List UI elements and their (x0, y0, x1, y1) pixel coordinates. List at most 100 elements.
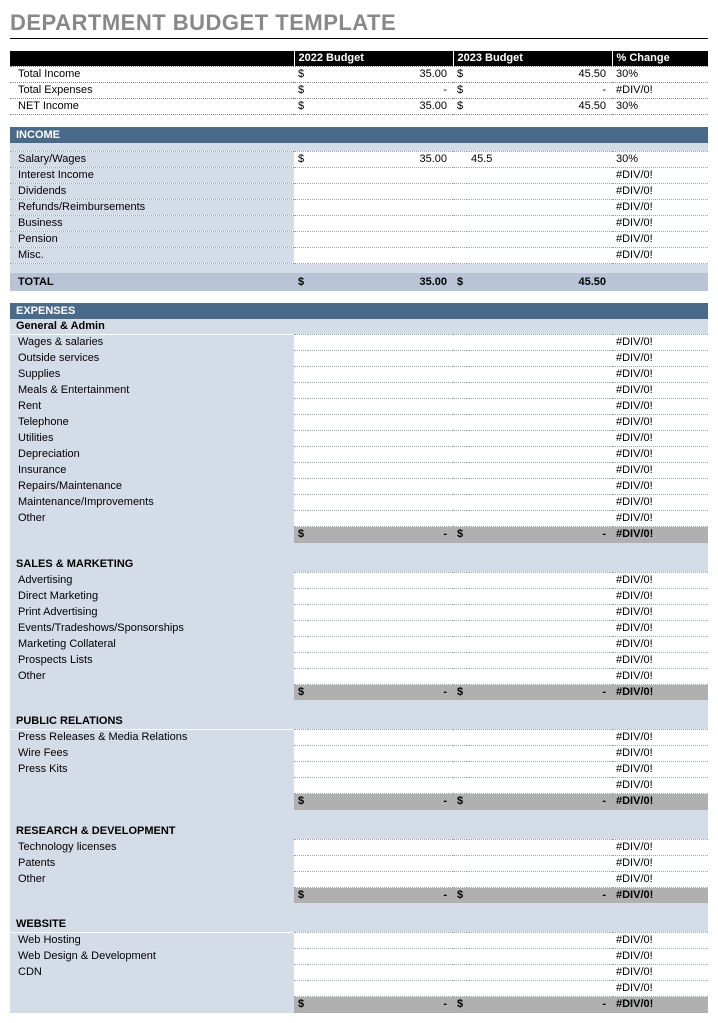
expense-v1[interactable] (308, 431, 453, 447)
expense-v2[interactable] (467, 871, 612, 887)
expense-v2[interactable] (467, 495, 612, 511)
expense-pc[interactable]: #DIV/0! (612, 479, 708, 495)
income-pc[interactable]: #DIV/0! (612, 183, 708, 199)
expense-v1[interactable] (308, 415, 453, 431)
expense-v1[interactable] (308, 351, 453, 367)
summary-cur2[interactable]: $ (453, 67, 467, 83)
expense-cur1[interactable] (294, 965, 308, 981)
expense-v2[interactable] (467, 933, 612, 949)
expense-v1[interactable] (308, 495, 453, 511)
income-v2[interactable] (467, 183, 612, 199)
expense-cur1[interactable] (294, 746, 308, 762)
income-v2[interactable] (467, 167, 612, 183)
expense-v2[interactable] (467, 572, 612, 588)
expense-v2[interactable] (467, 762, 612, 778)
expense-v2[interactable] (467, 652, 612, 668)
expense-cur2[interactable] (453, 933, 467, 949)
expense-v1[interactable] (308, 668, 453, 684)
expense-pc[interactable]: #DIV/0! (612, 572, 708, 588)
expense-cur2[interactable] (453, 399, 467, 415)
expense-v2[interactable] (467, 839, 612, 855)
summary-v1[interactable]: 35.00 (308, 67, 453, 83)
expense-pc[interactable]: #DIV/0! (612, 604, 708, 620)
income-pc[interactable]: #DIV/0! (612, 167, 708, 183)
expense-pc[interactable]: #DIV/0! (612, 351, 708, 367)
summary-pc[interactable]: #DIV/0! (612, 83, 708, 99)
expense-cur1[interactable] (294, 636, 308, 652)
income-pc[interactable]: #DIV/0! (612, 215, 708, 231)
expense-cur2[interactable] (453, 335, 467, 351)
expense-cur2[interactable] (453, 447, 467, 463)
expense-cur1[interactable] (294, 479, 308, 495)
expense-cur1[interactable] (294, 981, 308, 997)
expense-cur2[interactable] (453, 604, 467, 620)
expense-pc[interactable]: #DIV/0! (612, 778, 708, 794)
summary-v2[interactable]: - (467, 83, 612, 99)
income-pc[interactable]: #DIV/0! (612, 231, 708, 247)
expense-v1[interactable] (308, 778, 453, 794)
income-v1[interactable] (308, 247, 453, 263)
income-v1[interactable] (308, 199, 453, 215)
summary-v2[interactable]: 45.50 (467, 67, 612, 83)
income-cur2[interactable] (453, 199, 467, 215)
expense-cur1[interactable] (294, 855, 308, 871)
expense-cur2[interactable] (453, 479, 467, 495)
income-v1[interactable] (308, 231, 453, 247)
expense-v1[interactable] (308, 335, 453, 351)
expense-pc[interactable]: #DIV/0! (612, 762, 708, 778)
income-v2[interactable] (467, 215, 612, 231)
income-v2[interactable]: 45.5 (467, 151, 612, 167)
expense-v2[interactable] (467, 778, 612, 794)
income-pc[interactable]: 30% (612, 151, 708, 167)
income-cur1[interactable]: $ (294, 151, 308, 167)
expense-cur2[interactable] (453, 778, 467, 794)
summary-cur1[interactable]: $ (294, 99, 308, 115)
income-cur1[interactable] (294, 215, 308, 231)
income-v1[interactable] (308, 167, 453, 183)
expense-v2[interactable] (467, 335, 612, 351)
expense-cur1[interactable] (294, 463, 308, 479)
expense-cur1[interactable] (294, 762, 308, 778)
expense-cur1[interactable] (294, 511, 308, 527)
expense-v1[interactable] (308, 855, 453, 871)
expense-v2[interactable] (467, 730, 612, 746)
expense-cur2[interactable] (453, 668, 467, 684)
expense-cur2[interactable] (453, 965, 467, 981)
expense-cur2[interactable] (453, 636, 467, 652)
expense-v1[interactable] (308, 479, 453, 495)
expense-cur1[interactable] (294, 620, 308, 636)
expense-cur2[interactable] (453, 839, 467, 855)
expense-v2[interactable] (467, 620, 612, 636)
expense-cur1[interactable] (294, 871, 308, 887)
income-v2[interactable] (467, 231, 612, 247)
income-cur1[interactable] (294, 199, 308, 215)
expense-v1[interactable] (308, 383, 453, 399)
expense-v2[interactable] (467, 746, 612, 762)
expense-v1[interactable] (308, 949, 453, 965)
expense-cur2[interactable] (453, 511, 467, 527)
expense-pc[interactable]: #DIV/0! (612, 839, 708, 855)
expense-cur1[interactable] (294, 335, 308, 351)
income-v1[interactable] (308, 183, 453, 199)
summary-v2[interactable]: 45.50 (467, 99, 612, 115)
income-pc[interactable]: #DIV/0! (612, 247, 708, 263)
expense-pc[interactable]: #DIV/0! (612, 668, 708, 684)
expense-v1[interactable] (308, 367, 453, 383)
income-cur2[interactable] (453, 247, 467, 263)
expense-v1[interactable] (308, 588, 453, 604)
expense-cur2[interactable] (453, 588, 467, 604)
expense-v2[interactable] (467, 367, 612, 383)
expense-v1[interactable] (308, 746, 453, 762)
expense-cur1[interactable] (294, 383, 308, 399)
expense-v2[interactable] (467, 431, 612, 447)
expense-v1[interactable] (308, 652, 453, 668)
expense-v2[interactable] (467, 479, 612, 495)
expense-v1[interactable] (308, 839, 453, 855)
expense-cur2[interactable] (453, 981, 467, 997)
income-cur2[interactable] (453, 167, 467, 183)
expense-cur2[interactable] (453, 351, 467, 367)
expense-v1[interactable] (308, 965, 453, 981)
income-v2[interactable] (467, 199, 612, 215)
summary-cur2[interactable]: $ (453, 99, 467, 115)
expense-v2[interactable] (467, 383, 612, 399)
